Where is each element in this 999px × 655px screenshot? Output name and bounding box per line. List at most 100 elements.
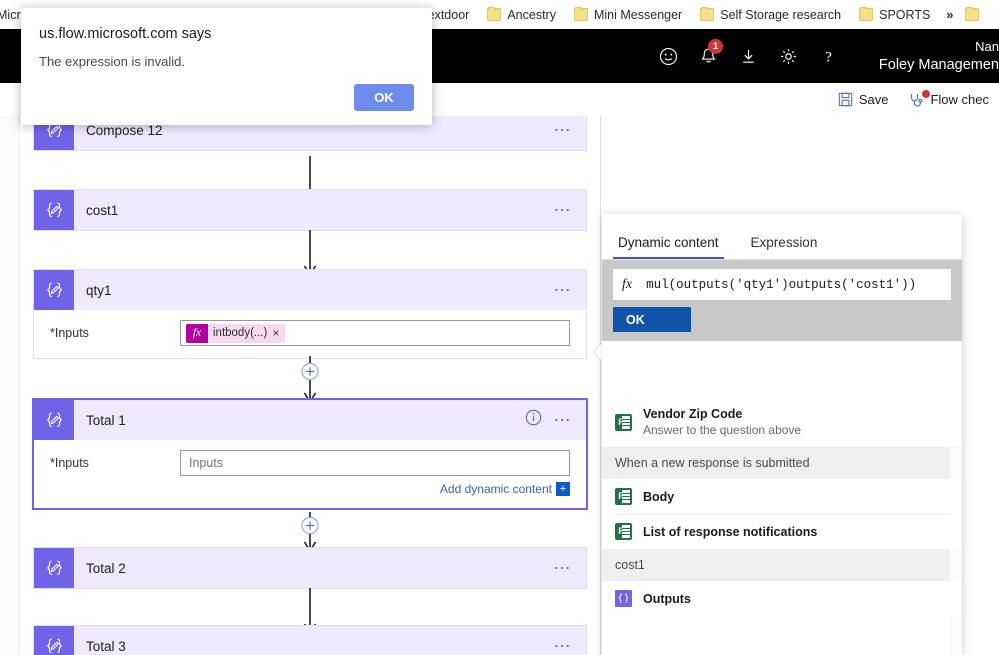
folder-icon xyxy=(700,6,715,21)
smiley-icon[interactable] xyxy=(648,29,688,83)
dynamic-content-panel: Dynamic content Expression fx mul(output… xyxy=(593,214,962,655)
gear-icon[interactable] xyxy=(768,29,808,83)
bookmark-label: Ancestry xyxy=(507,7,556,22)
token-label: intbody(...) xyxy=(213,327,268,339)
flow-card-total-1[interactable]: Total 1 ⋯ *Inputs Inputs Add dynamic con… xyxy=(34,400,586,508)
add-dynamic-content-row[interactable]: Add dynamic content + xyxy=(50,482,570,496)
forms-icon: F xyxy=(615,488,632,505)
card-header[interactable]: Total 2 ⋯ xyxy=(34,548,586,588)
list-item-title: Vendor Zip Code xyxy=(643,407,743,421)
card-menu-button[interactable]: ⋯ xyxy=(554,282,574,299)
bookmark-item[interactable]: SPORTS xyxy=(850,0,939,29)
list-item-title: Outputs xyxy=(643,591,691,606)
forms-icon-sheet xyxy=(622,490,630,503)
card-menu-button[interactable]: ⋯ xyxy=(554,122,574,139)
list-item-title: List of response notifications xyxy=(643,524,818,539)
list-item[interactable]: Outputs xyxy=(602,581,962,616)
flow-card-total-3[interactable]: Total 3 ⋯ xyxy=(34,626,586,655)
inputs-field-label: *Inputs xyxy=(50,450,180,470)
tab-dynamic-content[interactable]: Dynamic content xyxy=(613,235,724,259)
flow-checker-button[interactable]: Flow chec xyxy=(898,83,999,116)
card-body: *Inputs fx intbody(...) × xyxy=(34,310,586,358)
fx-icon: fx xyxy=(186,323,208,343)
bookmark-item[interactable]: Ancestry xyxy=(478,0,565,29)
flow-card-qty1[interactable]: qty1 ⋯ *Inputs fx intbody(...) × xyxy=(34,270,586,358)
add-dynamic-content-button[interactable]: + xyxy=(556,482,570,496)
card-header[interactable]: qty1 ⋯ xyxy=(34,270,586,310)
flow-checker-label: Flow chec xyxy=(930,92,989,107)
expression-input[interactable]: fx mul(outputs('qty1')outputs('cost1')) xyxy=(613,269,951,300)
flow-checker-alert-dot xyxy=(922,90,931,98)
expression-ok-button[interactable]: OK xyxy=(613,307,691,332)
bookmark-item[interactable]: Self Storage research xyxy=(691,0,850,29)
expression-editor-zone: fx mul(outputs('qty1')outputs('cost1')) … xyxy=(602,260,962,341)
save-label: Save xyxy=(858,92,889,107)
compose-icon xyxy=(615,590,632,607)
inputs-label-text: Inputs xyxy=(54,326,89,340)
total1-inputs-input[interactable]: Inputs xyxy=(180,450,570,476)
svg-text:?: ? xyxy=(825,48,832,65)
folder-icon xyxy=(573,6,588,21)
flow-card-total-2[interactable]: Total 2 ⋯ xyxy=(34,548,586,588)
list-item-title: Body xyxy=(643,489,675,504)
folder-icon xyxy=(487,6,502,21)
card-body: *Inputs Inputs Add dynamic content + xyxy=(34,440,586,508)
header-icon-group: 1 ? xyxy=(648,29,848,83)
save-floppy-icon xyxy=(838,92,853,107)
card-title: Total 3 xyxy=(86,638,126,654)
fx-icon: fx xyxy=(622,276,633,292)
list-item-texts: Outputs xyxy=(643,591,691,607)
compose-icon xyxy=(34,190,74,230)
card-menu-button[interactable]: ⋯ xyxy=(554,202,574,219)
list-item-texts: List of response notifications xyxy=(643,524,817,540)
forms-icon-sheet xyxy=(622,525,630,538)
close-icon[interactable]: × xyxy=(272,326,285,340)
notification-bell-icon[interactable]: 1 xyxy=(688,29,728,83)
card-header[interactable]: Total 1 ⋯ xyxy=(34,400,586,440)
flow-card-cost1[interactable]: cost1 ⋯ xyxy=(34,190,586,230)
download-icon[interactable] xyxy=(728,29,768,83)
folder-icon[interactable] xyxy=(964,6,979,21)
card-menu-button[interactable]: ⋯ xyxy=(554,638,574,655)
expression-value: mul(outputs('qty1')outputs('cost1')) xyxy=(646,277,917,292)
panel-pointer-arrow-icon xyxy=(593,341,603,363)
card-header[interactable]: cost1 ⋯ xyxy=(34,190,586,230)
bookmark-item[interactable]: Mini Messenger xyxy=(565,0,691,29)
bookmark-label: SPORTS xyxy=(879,7,931,22)
expression-token[interactable]: fx intbody(...) × xyxy=(186,323,286,343)
dynamic-content-list[interactable]: F Vendor Zip Code Answer to the question… xyxy=(602,397,962,655)
card-title: Total 2 xyxy=(86,560,126,576)
card-menu-button[interactable]: ⋯ xyxy=(554,560,574,577)
qty1-inputs-input[interactable]: fx intbody(...) × xyxy=(180,320,570,346)
bookmarks-overflow-chevron-icon[interactable]: » xyxy=(939,7,960,22)
dialog-ok-button[interactable]: OK xyxy=(354,84,414,111)
list-item[interactable]: F Vendor Zip Code Answer to the question… xyxy=(602,397,962,447)
flow-canvas: Compose 12 ⋯ cost1 ⋯ qty1 ⋯ *Inputs fx i… xyxy=(20,116,601,655)
header-user-block[interactable]: Nan Foley Managemen xyxy=(849,29,999,83)
dialog-message: The expression is invalid. xyxy=(39,54,185,69)
tab-expression[interactable]: Expression xyxy=(746,235,823,259)
notification-badge: 1 xyxy=(708,39,723,54)
list-item[interactable]: F Body xyxy=(602,479,962,514)
list-item-texts: Vendor Zip Code Answer to the question a… xyxy=(643,406,801,438)
info-icon[interactable] xyxy=(525,409,542,431)
list-item-subtitle: Answer to the question above xyxy=(643,423,802,437)
compose-icon xyxy=(34,626,74,655)
help-icon[interactable]: ? xyxy=(808,29,848,83)
header-user-org: Foley Managemen xyxy=(878,56,999,73)
browser-alert-dialog: us.flow.microsoft.com says The expressio… xyxy=(21,8,432,125)
dialog-title: us.flow.microsoft.com says xyxy=(39,26,212,42)
list-item[interactable]: F List of response notifications xyxy=(602,514,962,549)
folder-icon xyxy=(859,6,874,21)
card-header[interactable]: Total 3 ⋯ xyxy=(34,626,586,655)
inputs-field-label: *Inputs xyxy=(50,320,180,340)
forms-icon-sheet xyxy=(622,415,630,429)
card-menu-button[interactable]: ⋯ xyxy=(554,412,574,429)
save-button[interactable]: Save xyxy=(828,83,899,116)
inputs-label-text: Inputs xyxy=(54,456,89,470)
bookmark-label: Micr xyxy=(0,7,21,22)
dynamic-panel-tabs: Dynamic content Expression xyxy=(602,214,962,260)
compose-icon xyxy=(34,400,74,440)
inputs-field-row: *Inputs Inputs xyxy=(50,450,570,476)
add-dynamic-content-link[interactable]: Add dynamic content xyxy=(440,482,552,496)
